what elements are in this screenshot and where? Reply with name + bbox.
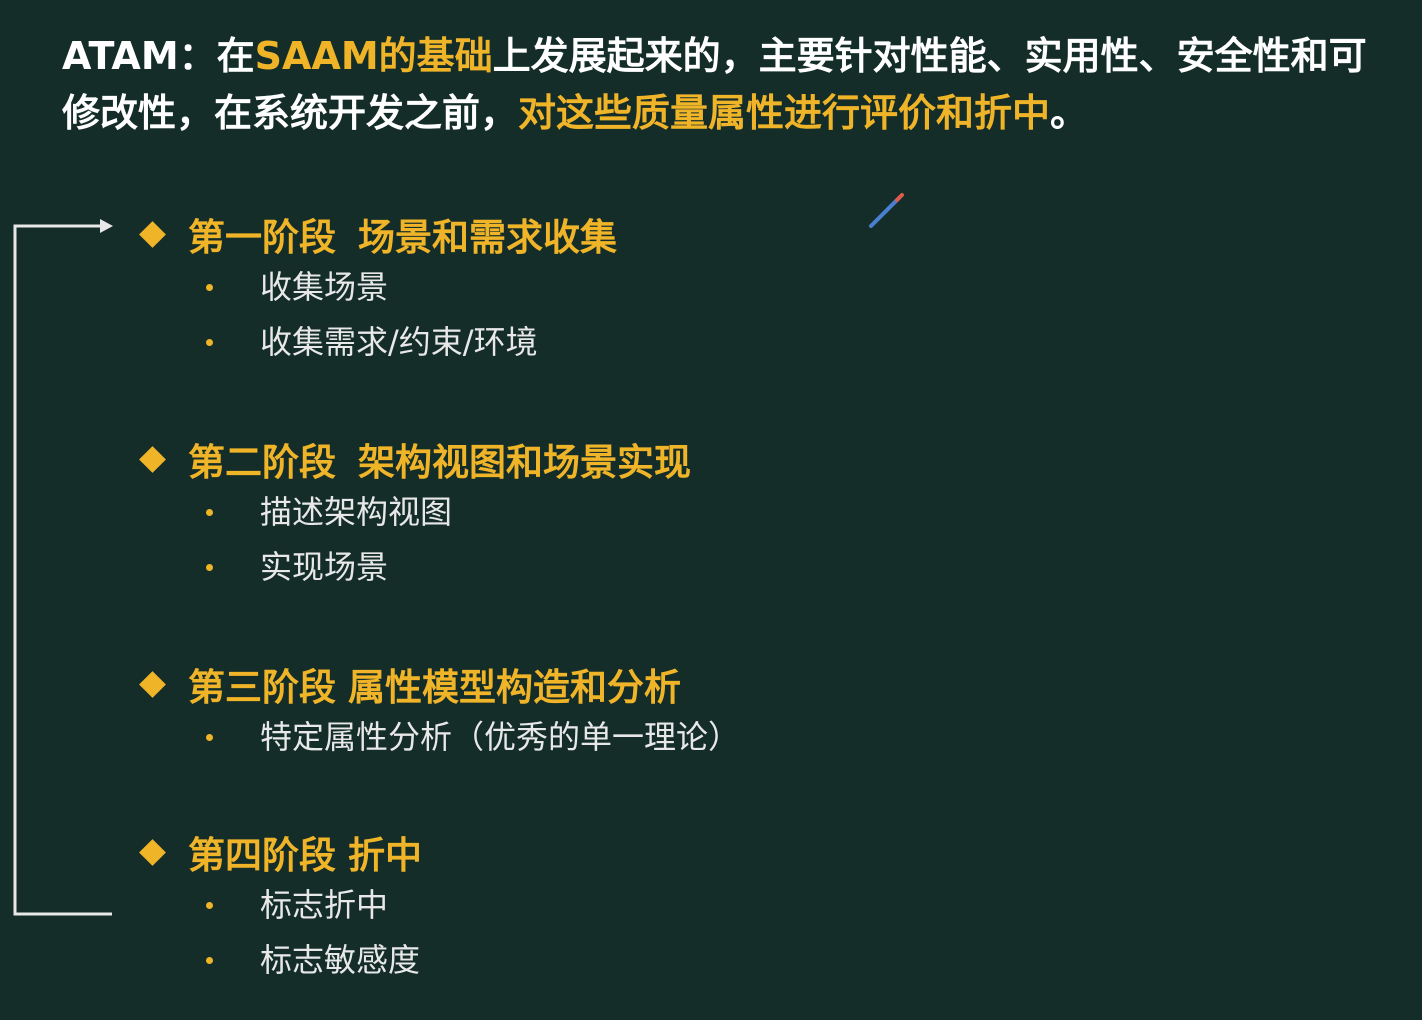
list-item: 描述架构视图 — [136, 485, 1236, 540]
stage-3-name: 属性模型构造和分析 — [348, 666, 681, 709]
diamond-icon — [136, 443, 168, 475]
loop-arrow-icon — [13, 219, 113, 916]
stage-4-title: 第四阶段 折中 — [136, 826, 1236, 878]
list-item-text: 标志敏感度 — [260, 941, 421, 979]
stage-4-items: 标志折中 标志敏感度 — [136, 878, 1236, 988]
stage-4-name: 折中 — [348, 834, 422, 877]
diamond-icon — [136, 668, 168, 700]
stage-1-title: 第一阶段 场景和需求收集 — [136, 208, 1236, 260]
stage-1-items: 收集场景 收集需求/约束/环境 — [136, 260, 1236, 370]
pen-tip — [895, 193, 904, 202]
list-item: 标志敏感度 — [136, 933, 1236, 988]
list-item: 收集需求/约束/环境 — [136, 315, 1236, 370]
diamond-icon — [136, 218, 168, 250]
stage-2-label: 第二阶段 — [188, 441, 336, 484]
stage-4-label: 第四阶段 — [188, 834, 336, 877]
dot-icon — [206, 957, 213, 964]
list-item: 收集场景 — [136, 260, 1236, 315]
stage-3-label: 第三阶段 — [188, 666, 336, 709]
stage-1-name: 场景和需求收集 — [358, 216, 617, 259]
dot-icon — [206, 564, 213, 571]
intro-highlight-evaluation: 对这些质量属性进行评价和折中 — [518, 91, 1051, 135]
list-item-text: 收集需求/约束/环境 — [260, 323, 538, 361]
stage-2-items: 描述架构视图 实现场景 — [136, 485, 1236, 595]
intro-text: ATAM：在SAAM的基础上发展起来的，主要针对性能、实用性、安全性和可修改性，… — [62, 28, 1382, 142]
stage-1-label: 第一阶段 — [188, 216, 336, 259]
dot-icon — [206, 339, 213, 346]
list-item: 实现场景 — [136, 540, 1236, 595]
stage-2: 第二阶段 架构视图和场景实现 描述架构视图 实现场景 — [136, 433, 1236, 595]
stage-2-title: 第二阶段 架构视图和场景实现 — [136, 433, 1236, 485]
list-item-text: 描述架构视图 — [260, 493, 453, 531]
dot-icon — [206, 284, 213, 291]
loop-arrow-head — [100, 219, 113, 233]
stage-3-items: 特定属性分析（优秀的单一理论） — [136, 710, 1236, 765]
stage-4: 第四阶段 折中 标志折中 标志敏感度 — [136, 826, 1236, 988]
stage-2-name: 架构视图和场景实现 — [358, 441, 691, 484]
list-item-text: 收集场景 — [260, 268, 389, 306]
stage-3-title: 第三阶段 属性模型构造和分析 — [136, 658, 1236, 710]
dot-icon — [206, 734, 213, 741]
list-item: 特定属性分析（优秀的单一理论） — [136, 710, 1236, 765]
dot-icon — [206, 902, 213, 909]
list-item-text: 实现场景 — [260, 548, 389, 586]
stage-1: 第一阶段 场景和需求收集 收集场景 收集需求/约束/环境 — [136, 208, 1236, 370]
dot-icon — [206, 509, 213, 516]
diamond-icon — [136, 836, 168, 868]
loop-arrow-line — [13, 224, 112, 916]
intro-highlight-saam: SAAM的基础 — [254, 34, 493, 78]
intro-suffix: 。 — [1050, 91, 1089, 135]
list-item-text: 标志折中 — [260, 886, 389, 924]
list-item-text: 特定属性分析（优秀的单一理论） — [260, 718, 741, 756]
stage-3: 第三阶段 属性模型构造和分析 特定属性分析（优秀的单一理论） — [136, 658, 1236, 765]
list-item: 标志折中 — [136, 878, 1236, 933]
